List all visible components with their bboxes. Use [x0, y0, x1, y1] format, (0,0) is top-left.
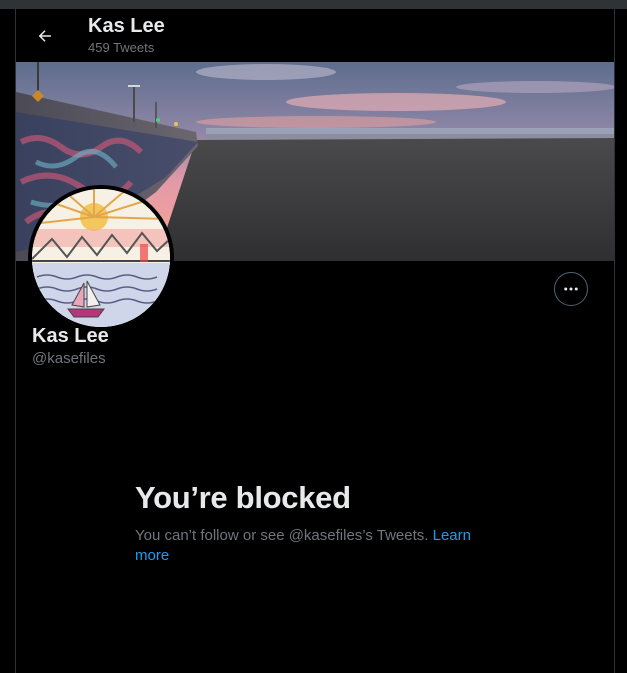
- blocked-title: You’re blocked: [135, 480, 351, 515]
- header-name: Kas Lee: [88, 15, 165, 37]
- profile-display-name: Kas Lee: [32, 325, 109, 347]
- window-top-strip: [0, 0, 627, 9]
- blocked-body-text: You can’t follow or see @kasefiles’s Twe…: [135, 527, 429, 544]
- profile-column: Kas Lee 459 Tweets Kas Lee @kasefiles Yo…: [15, 9, 615, 673]
- back-button[interactable]: [30, 21, 60, 51]
- blocked-notice: You’re blocked You can’t follow or see @…: [135, 480, 495, 566]
- arrow-left-icon: [38, 30, 51, 42]
- profile-avatar[interactable]: [28, 185, 174, 331]
- tweet-count: 459 Tweets: [88, 40, 155, 55]
- profile-handle: @kasefiles: [32, 350, 106, 367]
- profile-header: Kas Lee 459 Tweets: [16, 9, 614, 62]
- blocked-message: You can’t follow or see @kasefiles’s Twe…: [135, 526, 495, 566]
- more-options-button[interactable]: [554, 272, 588, 306]
- more-horizontal-icon: [564, 287, 578, 291]
